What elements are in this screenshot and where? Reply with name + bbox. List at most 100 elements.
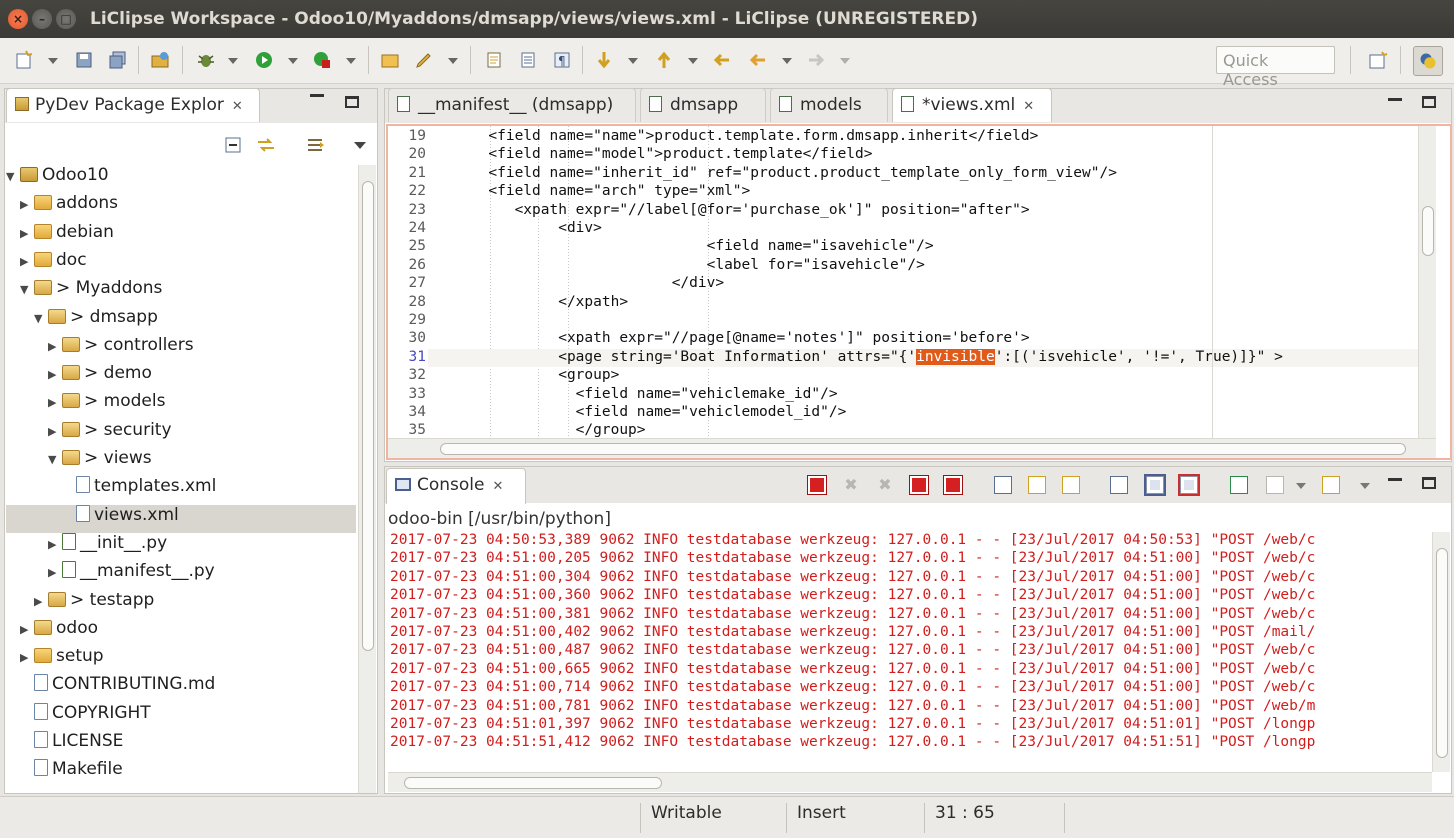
tree-item[interactable]: ▶ > testapp: [34, 590, 154, 618]
tab-editor-file[interactable]: dmsapp: [640, 88, 766, 122]
show-on-stdout-icon[interactable]: [1144, 474, 1166, 496]
editor-maximize-icon[interactable]: [1422, 96, 1436, 108]
console-hscroll-thumb[interactable]: [404, 777, 662, 789]
code-line[interactable]: <field name="name">product.template.form…: [436, 128, 1038, 146]
forward-icon[interactable]: [806, 50, 826, 70]
close-tab-icon[interactable]: ✕: [1023, 99, 1034, 114]
code-line[interactable]: <page string='Boat Information' attrs="{…: [436, 348, 1283, 367]
show-whitespace-icon[interactable]: ¶: [552, 50, 572, 70]
filters-icon[interactable]: [306, 136, 326, 154]
tree-item[interactable]: ▶ > security: [48, 420, 172, 448]
pin-console-icon[interactable]: [1230, 476, 1248, 494]
tree-item[interactable]: templates.xml: [62, 476, 216, 504]
tab-package-explorer[interactable]: PyDev Package Explor ✕: [6, 88, 260, 122]
collapsed-arrow-icon[interactable]: ▶: [34, 595, 48, 608]
block-selection-icon[interactable]: [518, 50, 538, 70]
console-vertical-scrollbar[interactable]: [1432, 532, 1450, 772]
collapsed-arrow-icon[interactable]: ▶: [20, 227, 34, 240]
collapsed-arrow-icon[interactable]: ▶: [48, 538, 62, 551]
tab-editor-file[interactable]: __manifest__ (dmsapp): [388, 88, 636, 122]
tree-item[interactable]: ▼ > Myaddons: [20, 278, 162, 306]
tree-item[interactable]: COPYRIGHT: [20, 702, 151, 731]
previous-annotation-dropdown-icon[interactable]: [688, 58, 698, 64]
terminate-relaunch-icon[interactable]: [909, 475, 929, 495]
tree-item[interactable]: ▼ > views: [48, 448, 152, 476]
code-line[interactable]: <div>: [436, 220, 602, 238]
external-tools-dropdown-icon[interactable]: [346, 58, 356, 64]
new-dropdown-icon[interactable]: [48, 58, 58, 64]
tree-item[interactable]: CONTRIBUTING.md: [20, 674, 215, 702]
console-dropdown-icon[interactable]: [1360, 483, 1370, 489]
next-annotation-dropdown-icon[interactable]: [628, 58, 638, 64]
tab-console[interactable]: Console ✕: [386, 468, 526, 504]
back-dropdown-icon[interactable]: [782, 58, 792, 64]
collapsed-arrow-icon[interactable]: ▶: [48, 368, 62, 381]
close-console-icon[interactable]: ✕: [493, 479, 504, 494]
previous-annotation-icon[interactable]: [654, 50, 674, 70]
show-on-stderr-icon[interactable]: [1178, 474, 1200, 496]
maximize-panel-icon[interactable]: [345, 96, 359, 108]
console-horizontal-scrollbar[interactable]: [388, 772, 1432, 792]
tree-item[interactable]: ▶ doc: [20, 250, 87, 278]
run-icon[interactable]: [254, 50, 274, 70]
code-line[interactable]: <group>: [436, 367, 619, 385]
display-selected-console-icon[interactable]: [1266, 476, 1284, 494]
code-line[interactable]: <field name="vehiclemake_id"/>: [436, 386, 838, 404]
maximize-window-button[interactable]: □: [56, 9, 76, 29]
clear-console-icon[interactable]: [994, 476, 1012, 494]
collapse-all-icon[interactable]: [224, 136, 242, 154]
tree-item[interactable]: ▶ __manifest__.py: [48, 561, 215, 589]
collapsed-arrow-icon[interactable]: ▶: [48, 425, 62, 438]
tree-item[interactable]: ▶ > demo: [48, 363, 152, 391]
tab-editor-file[interactable]: models: [770, 88, 888, 122]
open-console-icon[interactable]: [1322, 476, 1340, 494]
collapsed-arrow-icon[interactable]: ▶: [20, 198, 34, 211]
editor-horizontal-scrollbar[interactable]: [388, 438, 1436, 458]
collapsed-arrow-icon[interactable]: ▶: [48, 566, 62, 579]
pencil-dropdown-icon[interactable]: [448, 58, 458, 64]
code-line[interactable]: <field name="vehiclemodel_id"/>: [436, 404, 847, 422]
run-dropdown-icon[interactable]: [288, 58, 298, 64]
next-annotation-icon[interactable]: [594, 50, 614, 70]
tree-item[interactable]: ▶ > models: [48, 391, 165, 419]
code-line[interactable]: <xpath expr="//page[@name='notes']" posi…: [436, 330, 1029, 348]
code-line[interactable]: <label for="isavehicle"/>: [436, 257, 925, 275]
editor-minimize-icon[interactable]: [1388, 98, 1402, 101]
terminate-icon[interactable]: [807, 475, 827, 495]
code-line[interactable]: </group>: [436, 422, 646, 438]
code-editor[interactable]: 19 <field name="name">product.template.f…: [386, 124, 1452, 460]
console-scroll-thumb[interactable]: [1436, 548, 1448, 758]
code-line[interactable]: <xpath expr="//label[@for='purchase_ok']…: [436, 202, 1030, 220]
collapsed-arrow-icon[interactable]: ▶: [48, 340, 62, 353]
new-icon[interactable]: [14, 50, 34, 70]
code-line[interactable]: <field name="model">product.template</fi…: [436, 146, 872, 164]
open-folder-icon[interactable]: [380, 50, 400, 70]
tree-item[interactable]: ▶ debian: [20, 222, 114, 250]
collapsed-arrow-icon[interactable]: ▶: [20, 255, 34, 268]
close-window-button[interactable]: ×: [8, 9, 28, 29]
tree-item[interactable]: ▶ odoo: [20, 618, 98, 646]
save-icon[interactable]: [74, 50, 94, 70]
pydev-perspective-icon[interactable]: [1413, 46, 1443, 76]
view-menu-icon[interactable]: [354, 142, 366, 149]
toggle-mark-icon[interactable]: [484, 50, 504, 70]
tree-item[interactable]: ▼ Odoo10: [6, 165, 109, 193]
minimize-panel-icon[interactable]: [310, 94, 324, 97]
expanded-arrow-icon[interactable]: ▼: [34, 312, 48, 325]
console-maximize-icon[interactable]: [1422, 477, 1436, 489]
expanded-arrow-icon[interactable]: ▼: [20, 283, 34, 296]
close-tab-icon[interactable]: ✕: [232, 99, 243, 114]
editor-vertical-scrollbar[interactable]: [1418, 126, 1436, 438]
save-all-icon[interactable]: [108, 50, 128, 70]
code-line[interactable]: </xpath>: [436, 294, 628, 312]
tree-item[interactable]: Makefile: [20, 759, 123, 787]
debug-dropdown-icon[interactable]: [228, 58, 238, 64]
console-minimize-icon[interactable]: [1388, 478, 1402, 481]
console-dropdown-icon[interactable]: [1296, 483, 1306, 489]
external-tools-icon[interactable]: [312, 50, 332, 70]
remove-launch-icon[interactable]: ✖: [842, 476, 860, 494]
code-line[interactable]: <field name="arch" type="xml">: [436, 183, 750, 201]
tree-item[interactable]: ▶ > controllers: [48, 335, 194, 363]
pencil-icon[interactable]: [414, 50, 434, 70]
last-edit-location-icon[interactable]: [712, 50, 732, 70]
